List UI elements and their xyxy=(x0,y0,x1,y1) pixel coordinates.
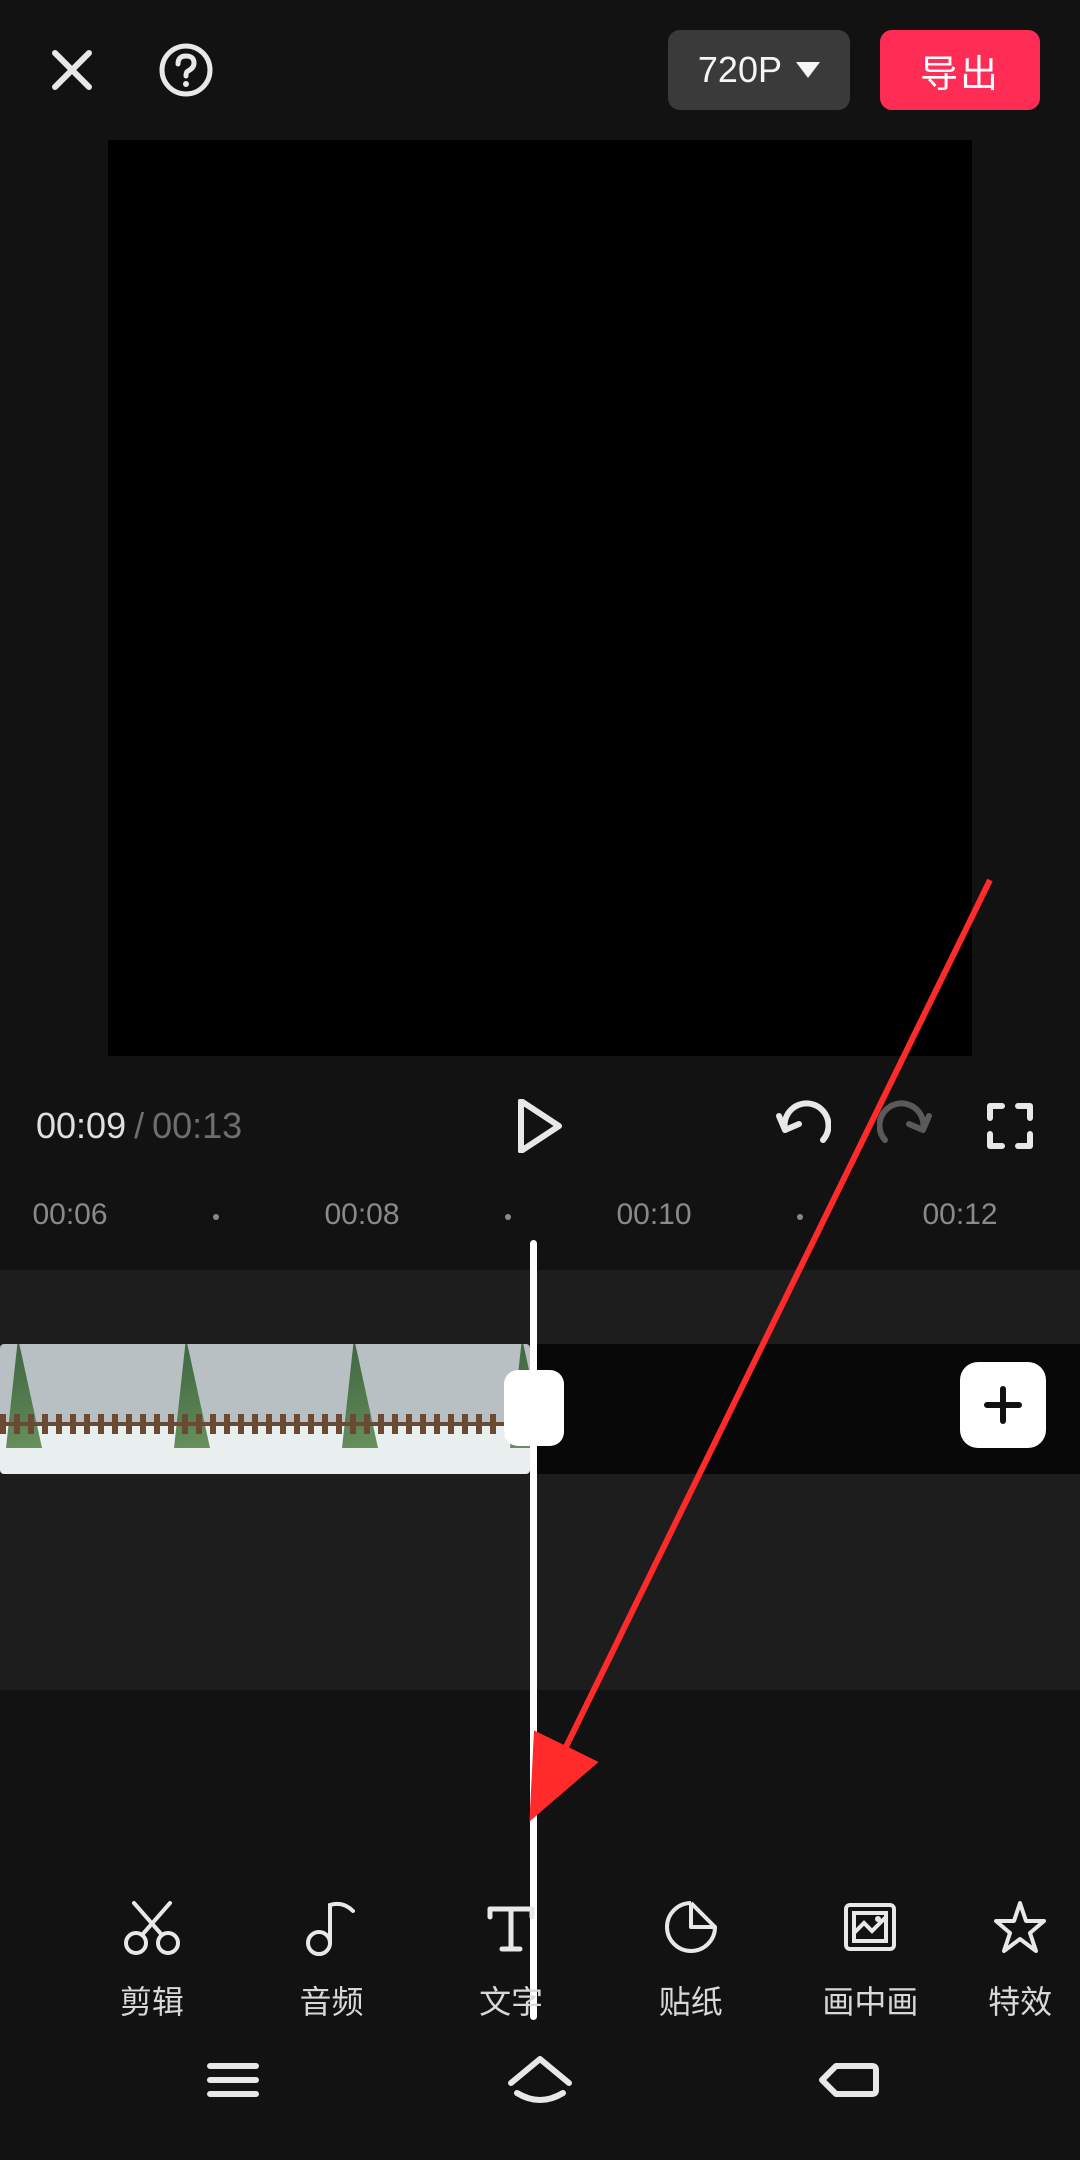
ruler-tick: 00:08 xyxy=(324,1198,399,1232)
clip-thumbnail xyxy=(0,1344,168,1474)
clip-thumbnail xyxy=(336,1344,504,1474)
text-t-icon xyxy=(481,1897,541,1957)
redo-icon xyxy=(877,1100,935,1152)
playhead-handle[interactable] xyxy=(504,1370,564,1446)
ruler-tick: 00:10 xyxy=(616,1198,691,1232)
back-icon xyxy=(814,2056,880,2104)
playback-controls: 00:09 / 00:13 xyxy=(0,1076,1080,1176)
system-navbar xyxy=(0,2000,1080,2160)
ruler-dot xyxy=(797,1214,803,1220)
star-icon xyxy=(990,1897,1050,1957)
ruler-tick: 00:12 xyxy=(922,1198,997,1232)
nav-home-button[interactable] xyxy=(495,2035,585,2125)
help-button[interactable] xyxy=(154,38,218,102)
time-separator: / xyxy=(134,1105,144,1147)
play-icon xyxy=(517,1099,563,1153)
timeline-ruler[interactable]: 00:06 00:08 00:10 00:12 xyxy=(0,1190,1080,1260)
current-time: 00:09 xyxy=(36,1105,126,1147)
home-icon xyxy=(505,2053,575,2107)
video-preview[interactable] xyxy=(108,140,972,1056)
plus-icon xyxy=(981,1383,1025,1427)
redo-button[interactable] xyxy=(872,1092,940,1160)
video-clip[interactable] xyxy=(0,1344,530,1474)
music-note-icon xyxy=(301,1897,361,1957)
top-bar: 720P 导出 xyxy=(0,0,1080,140)
resolution-dropdown[interactable]: 720P xyxy=(668,30,850,110)
undo-button[interactable] xyxy=(768,1092,836,1160)
scissors-icon xyxy=(122,1897,182,1957)
resolution-label: 720P xyxy=(698,49,782,91)
chevron-down-icon xyxy=(796,62,820,78)
picture-in-picture-icon xyxy=(840,1897,900,1957)
total-time: 00:13 xyxy=(152,1105,242,1147)
play-button[interactable] xyxy=(504,1090,576,1162)
add-clip-button[interactable] xyxy=(960,1362,1046,1448)
nav-back-button[interactable] xyxy=(802,2035,892,2125)
fullscreen-button[interactable] xyxy=(976,1092,1044,1160)
ruler-dot xyxy=(505,1214,511,1220)
ruler-dot xyxy=(213,1214,219,1220)
help-icon xyxy=(158,42,214,98)
timeline-track-area[interactable] xyxy=(0,1270,1080,1690)
fullscreen-icon xyxy=(986,1102,1034,1150)
clip-thumbnail xyxy=(168,1344,336,1474)
close-icon xyxy=(47,45,97,95)
sticker-icon xyxy=(661,1897,721,1957)
undo-icon xyxy=(773,1100,831,1152)
export-button[interactable]: 导出 xyxy=(880,30,1040,110)
ruler-tick: 00:06 xyxy=(32,1198,107,1232)
export-label: 导出 xyxy=(920,43,1000,98)
close-button[interactable] xyxy=(40,38,104,102)
menu-icon xyxy=(204,2058,262,2102)
nav-recent-button[interactable] xyxy=(188,2035,278,2125)
